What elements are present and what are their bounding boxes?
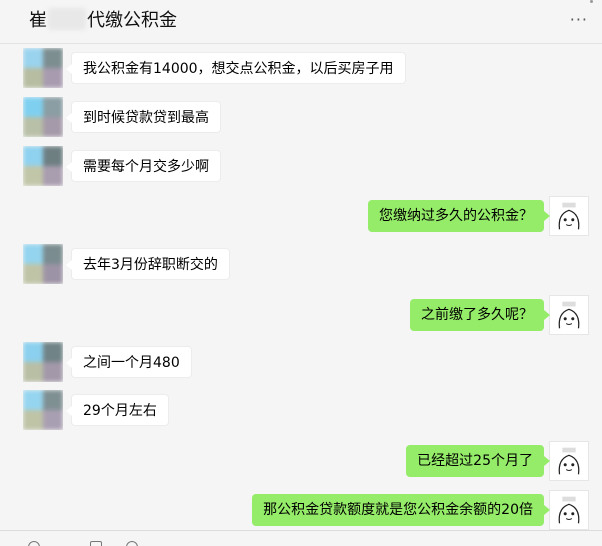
message-incoming: 到时候贷款贷到最高 xyxy=(0,97,602,137)
scroll-indicator-dot xyxy=(590,0,593,3)
message-list[interactable]: 我公积金有14000，想交点公积金，以后买房子用 到时候贷款贷到最高 需要每个月… xyxy=(0,44,602,530)
chat-title-suffix: 代缴公积金 xyxy=(87,10,177,31)
message-bubble[interactable]: 之间一个月480 xyxy=(66,346,192,378)
message-incoming: 29个月左右 xyxy=(0,390,602,430)
contact-avatar-icon[interactable] xyxy=(23,342,63,382)
contact-avatar-icon[interactable] xyxy=(23,146,63,186)
redacted-name-blur xyxy=(48,8,86,30)
sticker-avatar-icon[interactable] xyxy=(549,196,589,236)
message-outgoing: 之前缴了多久呢？ xyxy=(0,295,602,335)
cartoon-face-icon xyxy=(550,491,588,529)
message-bubble[interactable]: 那公积金贷款额度就是您公积金余额的20倍 xyxy=(252,494,550,526)
message-bubble[interactable]: 之前缴了多久呢？ xyxy=(410,299,550,331)
chat-title: 崔 代缴公积金 xyxy=(29,8,177,34)
message-bubble[interactable]: 您缴纳过多久的公积金？ xyxy=(368,200,550,232)
folder-icon[interactable] xyxy=(90,541,102,546)
chat-header: 崔 代缴公积金 ··· xyxy=(0,0,602,44)
contact-avatar-icon[interactable] xyxy=(23,48,63,88)
message-incoming: 我公积金有14000，想交点公积金，以后买房子用 xyxy=(0,48,602,88)
input-toolbar xyxy=(0,530,602,546)
cartoon-face-icon xyxy=(550,296,588,334)
more-dots-icon[interactable]: ··· xyxy=(570,10,588,29)
message-outgoing: 您缴纳过多久的公积金？ xyxy=(0,196,602,236)
sticker-avatar-icon[interactable] xyxy=(549,295,589,335)
cartoon-face-icon xyxy=(550,442,588,480)
chat-title-prefix: 崔 xyxy=(29,10,47,31)
message-bubble[interactable]: 到时候贷款贷到最高 xyxy=(66,101,221,133)
scissors-icon[interactable] xyxy=(126,541,138,546)
sticker-avatar-icon[interactable] xyxy=(549,441,589,481)
message-bubble[interactable]: 需要每个月交多少啊 xyxy=(66,150,221,182)
contact-avatar-icon[interactable] xyxy=(23,244,63,284)
message-outgoing: 那公积金贷款额度就是您公积金余额的20倍 xyxy=(0,490,602,530)
emoji-icon[interactable] xyxy=(28,541,40,546)
sticker-avatar-icon[interactable] xyxy=(549,490,589,530)
message-incoming: 去年3月份辞职断交的 xyxy=(0,244,602,284)
message-bubble[interactable]: 29个月左右 xyxy=(66,394,169,426)
message-incoming: 之间一个月480 xyxy=(0,342,602,382)
message-bubble[interactable]: 已经超过25个月了 xyxy=(406,445,550,477)
message-incoming: 需要每个月交多少啊 xyxy=(0,146,602,186)
message-outgoing: 已经超过25个月了 xyxy=(0,441,602,481)
message-bubble[interactable]: 我公积金有14000，想交点公积金，以后买房子用 xyxy=(66,52,406,84)
contact-avatar-icon[interactable] xyxy=(23,97,63,137)
message-bubble[interactable]: 去年3月份辞职断交的 xyxy=(66,248,230,280)
contact-avatar-icon[interactable] xyxy=(23,390,63,430)
cartoon-face-icon xyxy=(550,197,588,235)
